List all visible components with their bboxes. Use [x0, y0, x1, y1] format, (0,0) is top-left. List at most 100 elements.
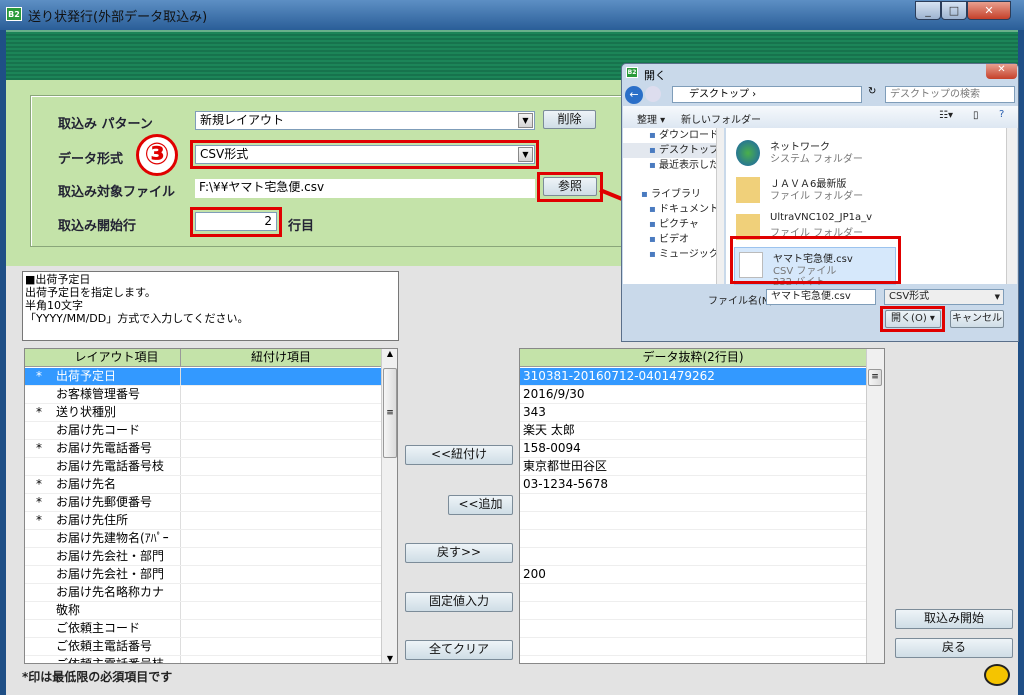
- table-row[interactable]: お届け先会社・部門: [25, 548, 381, 566]
- data-format-select[interactable]: CSV形式 ▼: [195, 145, 535, 164]
- table-row[interactable]: お届け先建物名(ｱﾊﾟｰ: [25, 530, 381, 548]
- nav-scrollbar[interactable]: [716, 128, 724, 284]
- file-item[interactable]: ＪＡＶＡ6最新版 ファイル フォルダー: [732, 173, 992, 207]
- filename-input[interactable]: ヤマト宅急便.csv: [766, 289, 876, 305]
- file-highlight: [730, 236, 901, 284]
- table-row[interactable]: 200: [520, 566, 866, 584]
- return-item-button[interactable]: 戻す>>: [405, 543, 513, 563]
- table-row[interactable]: [520, 638, 866, 656]
- nav-item-label: デスクトップ: [658, 145, 719, 156]
- layout-scrollbar[interactable]: ▲ ≡ ▼: [381, 349, 397, 663]
- maximize-button[interactable]: □: [941, 1, 967, 20]
- organize-menu[interactable]: 整理 ▾: [637, 111, 665, 126]
- table-row[interactable]: 03-1234-5678: [520, 476, 866, 494]
- table-row[interactable]: 東京都世田谷区: [520, 458, 866, 476]
- chevron-down-icon[interactable]: ▼: [518, 113, 533, 128]
- table-row[interactable]: お客様管理番号: [25, 386, 381, 404]
- table-row[interactable]: 343: [520, 404, 866, 422]
- table-row[interactable]: 楽天 太郎: [520, 422, 866, 440]
- table-row[interactable]: お届け先電話番号枝: [25, 458, 381, 476]
- table-row[interactable]: お届け先会社・部門: [25, 566, 381, 584]
- data-scrollbar[interactable]: ≡: [866, 349, 884, 663]
- address-bar[interactable]: デスクトップ ›: [672, 86, 862, 103]
- layout-table[interactable]: レイアウト項目 紐付け項目 * 出荷予定日 お客様管理番号 * 送り状種別 お届け先コード…: [24, 348, 398, 664]
- file-scrollbar[interactable]: [1006, 128, 1017, 284]
- linked-item: [181, 638, 381, 655]
- minimize-button[interactable]: _: [915, 1, 941, 20]
- required-marker: [25, 566, 53, 583]
- table-row[interactable]: [520, 602, 866, 620]
- table-row[interactable]: [520, 620, 866, 638]
- nav-item[interactable]: ▪ ミュージック: [623, 247, 723, 262]
- nav-item[interactable]: ▪ ダウンロード: [623, 128, 723, 143]
- table-row[interactable]: 敬称: [25, 602, 381, 620]
- table-row[interactable]: [520, 494, 866, 512]
- nav-item[interactable]: ▪ ドキュメント: [623, 202, 723, 217]
- chevron-down-icon[interactable]: ▼: [518, 147, 533, 162]
- file-type-filter[interactable]: CSV形式 ▼: [884, 289, 1004, 305]
- pattern-select[interactable]: 新規レイアウト ▼: [195, 111, 535, 130]
- scroll-up-icon[interactable]: ▲: [382, 349, 397, 358]
- table-row[interactable]: ご依頼主コード: [25, 620, 381, 638]
- field-description: ■出荷予定日 出荷予定日を指定します。 半角10文字 「YYYY/MM/DD」方…: [22, 271, 399, 341]
- help-icon[interactable]: ?: [999, 109, 1004, 120]
- table-row[interactable]: * お届け先電話番号: [25, 440, 381, 458]
- table-row[interactable]: 310381-20160712-0401479262: [520, 368, 866, 386]
- table-row[interactable]: * お届け先郵便番号: [25, 494, 381, 512]
- nav-item[interactable]: ▪ デスクトップ: [623, 143, 723, 158]
- file-path-field[interactable]: F:\¥¥ヤマト宅急便.csv: [195, 179, 535, 198]
- back-button[interactable]: 戻る: [895, 638, 1013, 658]
- file-item[interactable]: ネットワーク システム フォルダー: [732, 136, 992, 170]
- table-row[interactable]: お届け先コード: [25, 422, 381, 440]
- add-button[interactable]: <<追加: [448, 495, 513, 515]
- table-row[interactable]: * お届け先名: [25, 476, 381, 494]
- browse-button[interactable]: 参照: [543, 177, 597, 196]
- nav-item[interactable]: ▪ 最近表示した場所: [623, 158, 723, 173]
- nav-item-label: ドキュメント: [658, 204, 719, 215]
- close-button[interactable]: ✕: [967, 1, 1011, 20]
- start-import-button[interactable]: 取込み開始: [895, 609, 1013, 629]
- nav-item[interactable]: ▪ ピクチャ: [623, 217, 723, 232]
- scroll-down-icon[interactable]: ▼: [382, 654, 397, 663]
- table-row[interactable]: * お届け先住所: [25, 512, 381, 530]
- cancel-button[interactable]: キャンセル: [950, 310, 1004, 328]
- header-layout-item: レイアウト項目: [53, 349, 181, 366]
- linked-item: [181, 584, 381, 601]
- layout-item: ご依頼主コード: [53, 620, 181, 637]
- forward-arrow-icon[interactable]: [645, 86, 661, 102]
- table-row[interactable]: [520, 656, 866, 663]
- table-row[interactable]: ご依頼主電話番号枝: [25, 656, 381, 663]
- dialog-title: 開く: [644, 69, 666, 82]
- refresh-icon[interactable]: ↻: [868, 86, 882, 103]
- scroll-thumb[interactable]: ≡: [383, 368, 397, 458]
- table-row[interactable]: お届け先名略称カナ: [25, 584, 381, 602]
- table-row[interactable]: * 出荷予定日: [25, 368, 381, 386]
- data-preview-table[interactable]: データ抜粋(2行目) 310381-20160712-0401479262 201…: [519, 348, 885, 664]
- table-row[interactable]: [520, 584, 866, 602]
- delete-button[interactable]: 削除: [543, 110, 596, 129]
- table-row[interactable]: ご依頼主電話番号: [25, 638, 381, 656]
- preview-pane-icon[interactable]: ▯: [973, 110, 979, 121]
- table-row[interactable]: [520, 548, 866, 566]
- view-options-icon[interactable]: ☷▾: [939, 110, 953, 121]
- back-arrow-icon[interactable]: ←: [625, 86, 643, 104]
- open-button[interactable]: 開く(O) ▾: [885, 310, 941, 328]
- table-row[interactable]: [520, 530, 866, 548]
- scroll-thumb[interactable]: ≡: [868, 369, 882, 386]
- nav-item-label: ビデオ: [658, 234, 689, 245]
- search-input[interactable]: デスクトップの検索: [885, 86, 1015, 103]
- start-row-input[interactable]: 2: [195, 212, 277, 231]
- table-row[interactable]: * 送り状種別: [25, 404, 381, 422]
- nav-item[interactable]: ▪ ビデオ: [623, 232, 723, 247]
- recent-places-icon: ▪: [649, 160, 659, 171]
- table-row[interactable]: 2016/9/30: [520, 386, 866, 404]
- table-row[interactable]: [520, 512, 866, 530]
- table-row[interactable]: 158-0094: [520, 440, 866, 458]
- fixed-value-button[interactable]: 固定値入力: [405, 592, 513, 612]
- required-marker: *: [36, 513, 42, 527]
- nav-item[interactable]: ▪ ライブラリ: [623, 187, 723, 202]
- clear-all-button[interactable]: 全てクリア: [405, 640, 513, 660]
- new-folder-button[interactable]: 新しいフォルダー: [681, 111, 761, 126]
- dialog-close-button[interactable]: ✕: [986, 64, 1017, 79]
- link-button[interactable]: <<紐付け: [405, 445, 513, 465]
